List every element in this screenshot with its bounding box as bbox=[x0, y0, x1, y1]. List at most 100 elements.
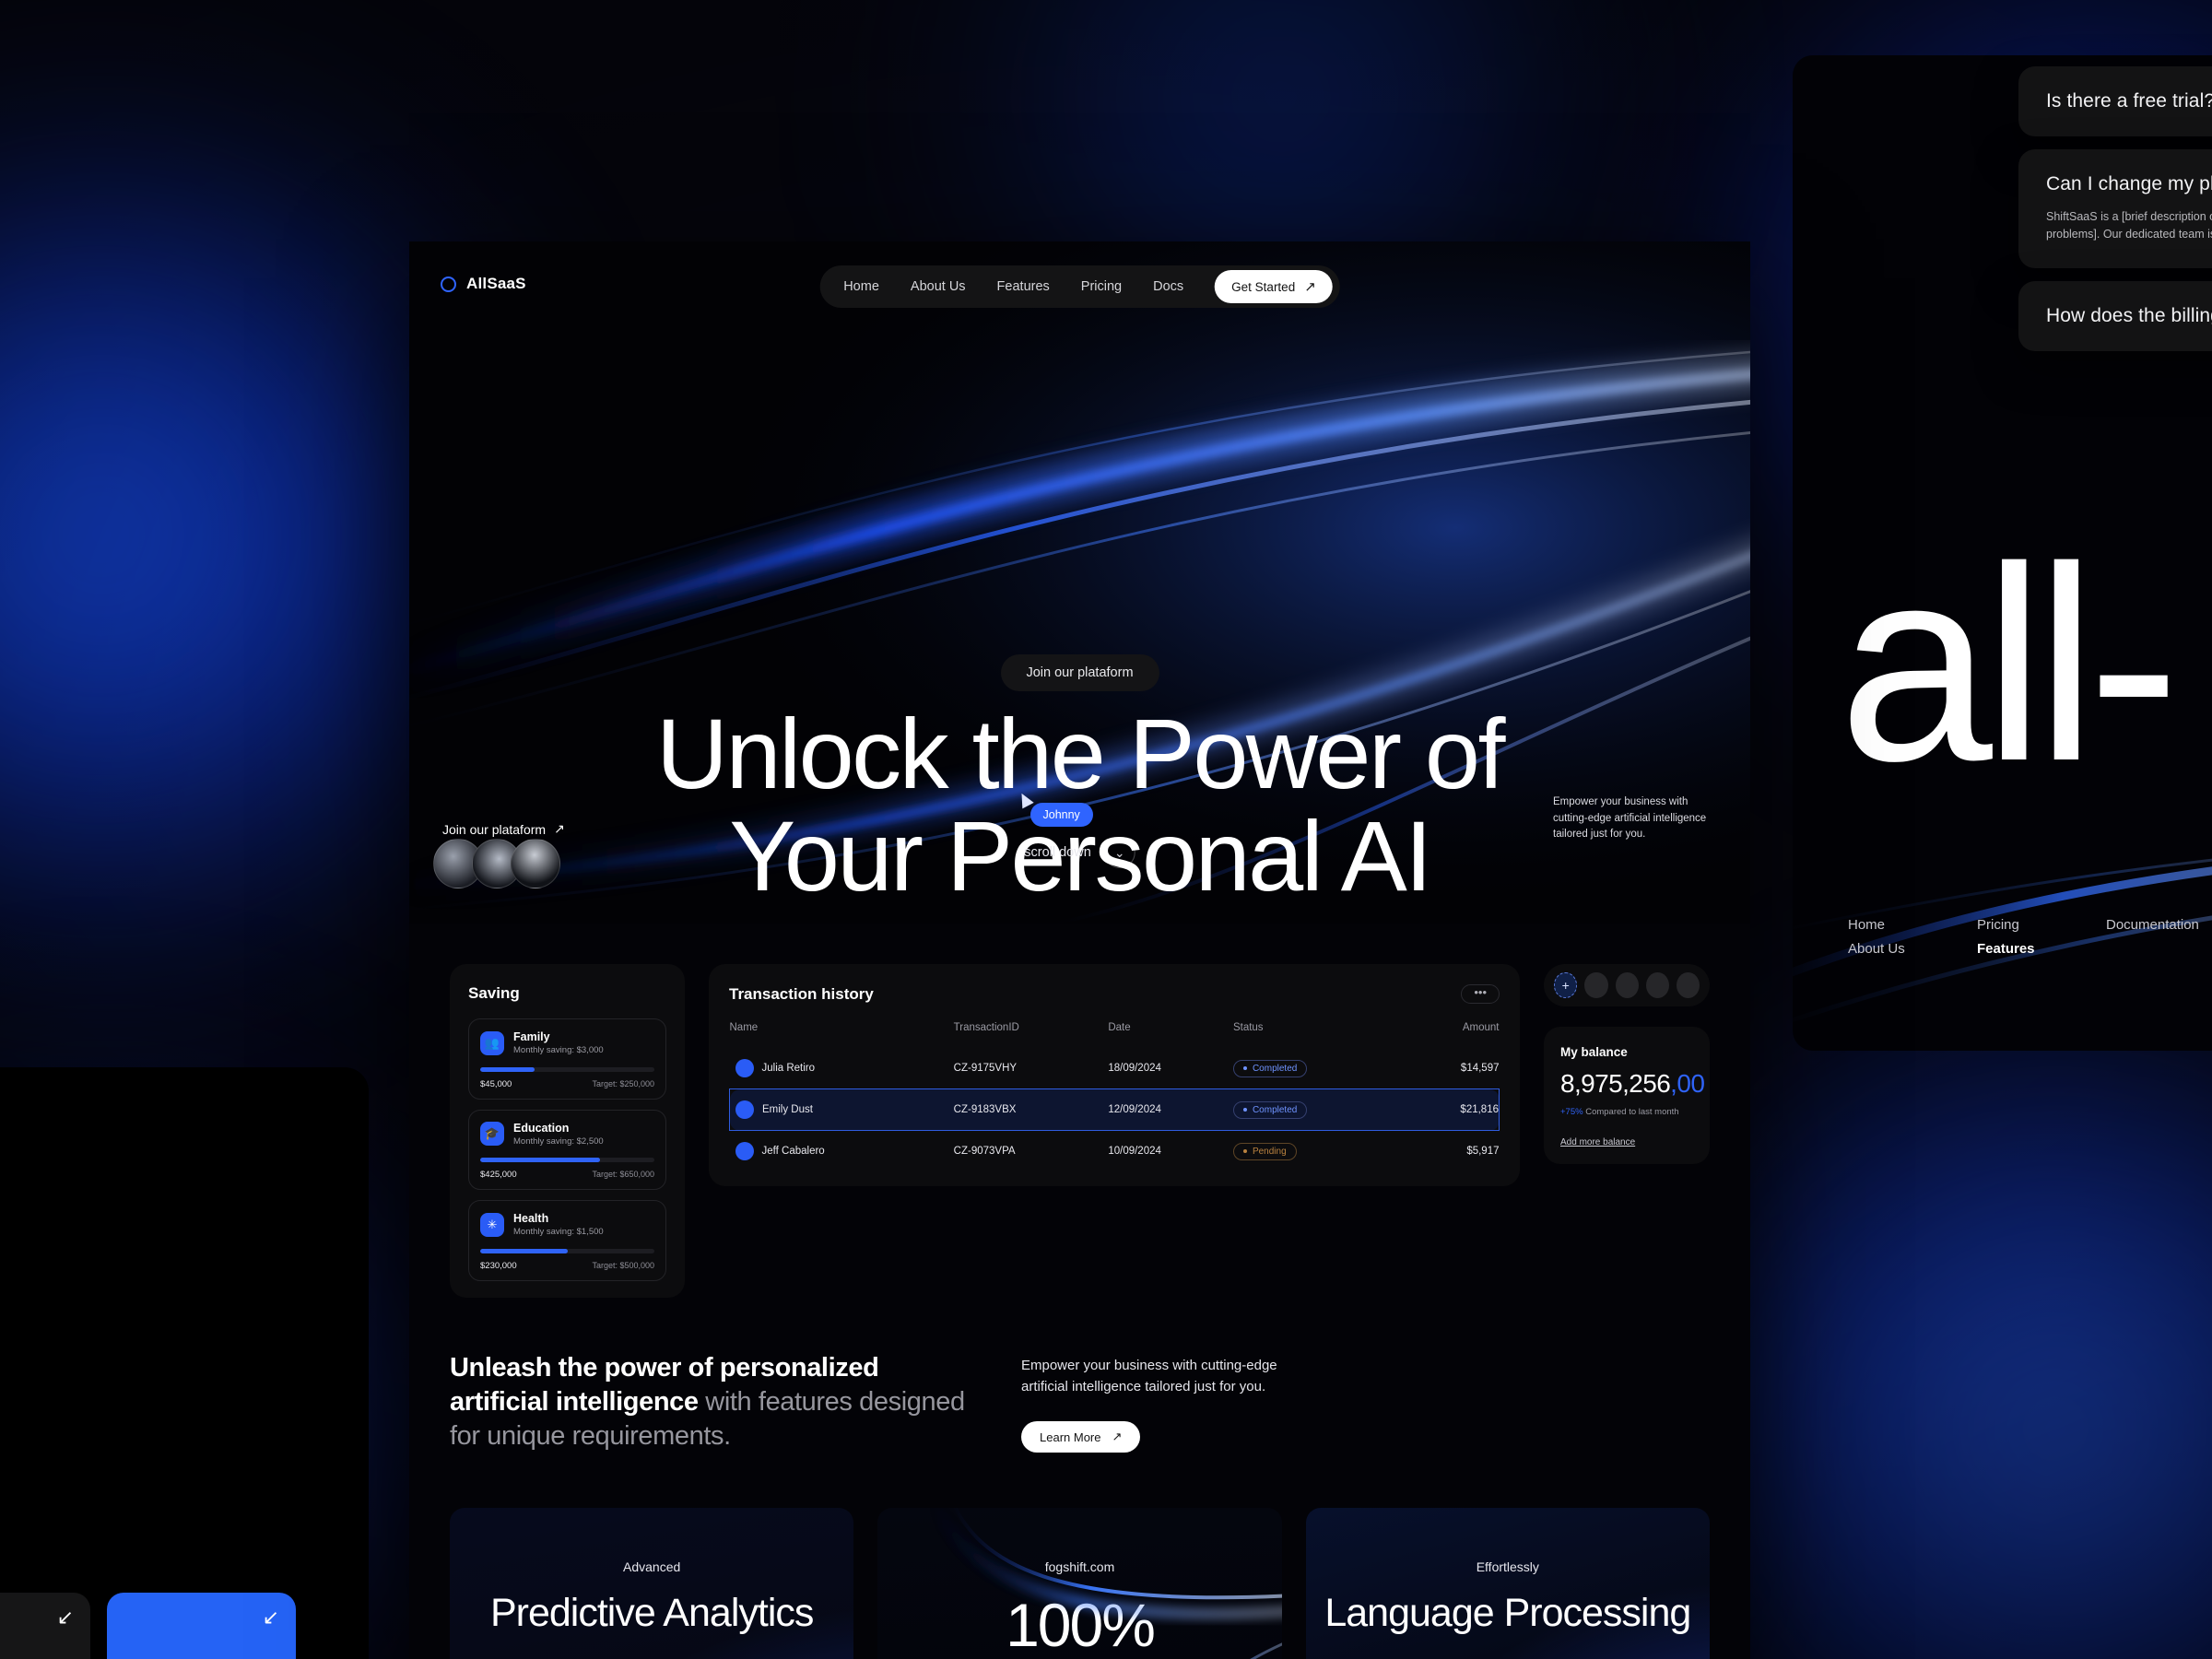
avatar bbox=[735, 1142, 754, 1161]
saving-item-target: Target: $650,000 bbox=[592, 1170, 654, 1180]
account-chip[interactable] bbox=[1615, 972, 1639, 998]
nav-link-pricing[interactable]: Pricing bbox=[1081, 279, 1122, 294]
faq-item[interactable]: How does the billing cycle work? bbox=[2018, 280, 2212, 351]
nav-link-features[interactable]: Features bbox=[997, 279, 1050, 294]
saving-item-name: Health bbox=[513, 1212, 549, 1226]
feature-card[interactable]: fogshift.com 100% Our AI adapts to your … bbox=[877, 1507, 1282, 1659]
footer-link-documentation[interactable]: Documentation bbox=[2106, 917, 2199, 941]
nav-link-docs[interactable]: Docs bbox=[1153, 279, 1183, 294]
saving-item[interactable]: 👥 Family Monthly saving: $3,000 $45,000 … bbox=[468, 1018, 666, 1100]
saving-progress-bar bbox=[480, 1066, 654, 1072]
saving-progress-bar bbox=[480, 1158, 654, 1163]
scroll-down-label: scroll down bbox=[1024, 845, 1091, 860]
faq-item[interactable]: Can I change my plan later? ShiftSaaS is… bbox=[2018, 149, 2212, 268]
row-transaction-id: CZ-9183VBX bbox=[953, 1088, 1109, 1132]
arrow-down-left-icon: ↙ bbox=[56, 1606, 74, 1629]
saving-item[interactable]: ✳ Health Monthly saving: $1,500 $230,000… bbox=[468, 1200, 666, 1281]
row-amount: $14,597 bbox=[1460, 1063, 1500, 1075]
saving-progress-bar bbox=[480, 1248, 654, 1253]
balance-change: +75% Compared to last month bbox=[1560, 1107, 1679, 1117]
status-badge: Completed bbox=[1232, 1100, 1308, 1119]
left-panel-tile[interactable]: ↙ bbox=[0, 1593, 90, 1659]
chevron-down-icon: ⌄ bbox=[1103, 837, 1135, 868]
table-row[interactable]: Emily Dust CZ-9183VBX 12/09/2024 Complet… bbox=[728, 1088, 1500, 1132]
saving-item-monthly: Monthly saving: $2,500 bbox=[513, 1135, 604, 1147]
plus-icon[interactable]: + bbox=[1554, 972, 1578, 998]
faq-card-stack: Is there a free trial? Can I change my p… bbox=[2018, 66, 2212, 351]
footer-wordmark: all- bbox=[1839, 509, 2180, 818]
nav-link-home[interactable]: Home bbox=[843, 279, 879, 294]
saving-item-amount: $425,000 bbox=[480, 1170, 517, 1181]
faq-question: Can I change my plan later? bbox=[2046, 173, 2212, 194]
saving-item[interactable]: 🎓 Education Monthly saving: $2,500 $425,… bbox=[468, 1109, 666, 1191]
row-transaction-id: CZ-9073VPA bbox=[953, 1146, 1016, 1158]
row-date: 12/09/2024 bbox=[1108, 1088, 1233, 1132]
statement-side: Empower your business with cutting-edge … bbox=[1021, 1351, 1325, 1454]
brand-name: AllSaaS bbox=[466, 275, 526, 292]
nav-link-about-us[interactable]: About Us bbox=[911, 279, 966, 294]
footer-link-about-us[interactable]: About Us bbox=[1848, 941, 1940, 965]
footer-links: Home Pricing Documentation About Us Feat… bbox=[1848, 917, 2199, 965]
saving-card-title: Saving bbox=[468, 984, 520, 1002]
row-date: 10/09/2024 bbox=[1108, 1146, 1161, 1158]
navbar: AllSaaS Home About Us Features Pricing D… bbox=[409, 241, 1750, 326]
saving-item-monthly: Monthly saving: $3,000 bbox=[513, 1045, 604, 1056]
row-name: Emily Dust bbox=[762, 1104, 813, 1116]
account-chip[interactable] bbox=[1645, 972, 1669, 998]
saving-card: Saving 👥 Family Monthly saving: $3,000 $… bbox=[450, 964, 685, 1298]
feature-card[interactable]: Advanced Predictive Analytics Our AI use… bbox=[450, 1508, 854, 1659]
faq-answer: ShiftSaaS is a [brief description of you… bbox=[2046, 210, 2212, 241]
join-platform-label: Join our plataform bbox=[442, 821, 547, 837]
arrow-down-left-icon: ↙ bbox=[262, 1606, 279, 1629]
statement-heading: Unleash the power of personalized artifi… bbox=[450, 1351, 966, 1454]
table-header-row: Name TransactionID Date Status Amount bbox=[730, 1022, 1500, 1048]
arrow-up-right-icon: ↗ bbox=[1112, 1430, 1123, 1444]
dashboard-cards-row: Saving 👥 Family Monthly saving: $3,000 $… bbox=[409, 964, 1750, 1298]
saving-item-target: Target: $500,000 bbox=[592, 1260, 654, 1270]
avatar bbox=[735, 1100, 754, 1120]
footer-link-pricing[interactable]: Pricing bbox=[1977, 917, 2069, 941]
column-header-transaction-id: TransactionID bbox=[953, 1022, 1019, 1034]
account-chip[interactable] bbox=[1584, 972, 1608, 998]
status-badge: Pending bbox=[1232, 1142, 1297, 1160]
brand-logo[interactable]: AllSaaS bbox=[441, 275, 526, 293]
footer-link-features[interactable]: Features bbox=[1977, 941, 2069, 965]
join-platform-pill[interactable]: Join our plataform bbox=[1000, 654, 1159, 691]
saving-item-amount: $230,000 bbox=[480, 1260, 517, 1271]
learn-more-button[interactable]: Learn More ↗ bbox=[1021, 1421, 1141, 1453]
column-header-name: Name bbox=[729, 1022, 759, 1034]
ellipsis-icon[interactable]: ••• bbox=[1461, 984, 1500, 1005]
table-row[interactable]: Julia Retiro CZ-9175VHY 18/09/2024 Compl… bbox=[730, 1048, 1500, 1089]
hero-empower-note: Empower your business with cutting-edge … bbox=[1553, 796, 1707, 840]
get-started-button[interactable]: Get Started ↗ bbox=[1215, 270, 1333, 303]
learn-more-label: Learn More bbox=[1040, 1430, 1101, 1444]
row-amount: $5,917 bbox=[1466, 1146, 1500, 1158]
faq-question: How does the billing cycle work? bbox=[2046, 304, 2212, 326]
arrow-up-right-icon: ↗ bbox=[1304, 279, 1316, 295]
row-amount: $21,816 bbox=[1407, 1088, 1500, 1132]
statement-section: Unleash the power of personalized artifi… bbox=[409, 1298, 1750, 1454]
circle-logo-icon bbox=[441, 276, 456, 292]
left-panel-heading: ur nce bbox=[0, 1233, 369, 1418]
feature-card[interactable]: Effortlessly Language Processing Our nat… bbox=[1305, 1508, 1710, 1659]
feature-eyebrow: Effortlessly bbox=[1476, 1559, 1539, 1574]
table-row[interactable]: Jeff Cabalero CZ-9073VPA 10/09/2024 Pend… bbox=[730, 1131, 1500, 1172]
graduation-icon: 🎓 bbox=[480, 1122, 504, 1147]
left-panel-tile[interactable]: ↙ bbox=[107, 1593, 296, 1659]
column-header-status: Status bbox=[1232, 1022, 1264, 1034]
feature-title: 100% bbox=[1006, 1590, 1156, 1659]
landing-page-panel: AllSaaS Home About Us Features Pricing D… bbox=[409, 241, 1750, 1659]
nav-links-pill: Home About Us Features Pricing Docs Get … bbox=[819, 265, 1340, 308]
feature-eyebrow: fogshift.com bbox=[1044, 1559, 1115, 1574]
left-panel-tiles: ↙ ↙ ↙ bbox=[0, 1593, 369, 1659]
asterisk-icon: ✳ bbox=[480, 1212, 504, 1237]
account-chip[interactable] bbox=[1676, 972, 1700, 998]
saving-item-name: Education bbox=[513, 1121, 570, 1135]
scroll-down-control[interactable]: scroll down ⌄ bbox=[1024, 837, 1135, 868]
add-more-balance-link[interactable]: Add more balance bbox=[1560, 1137, 1635, 1147]
join-platform-link[interactable]: Join our plataform ↗ bbox=[442, 821, 565, 837]
screenshot-stage: ur nce ↙ ↙ ↙ bbox=[0, 0, 2212, 1659]
footer-link-home[interactable]: Home bbox=[1848, 917, 1940, 941]
faq-question: Is there a free trial? bbox=[2046, 90, 2212, 112]
faq-item[interactable]: Is there a free trial? bbox=[2018, 66, 2212, 136]
